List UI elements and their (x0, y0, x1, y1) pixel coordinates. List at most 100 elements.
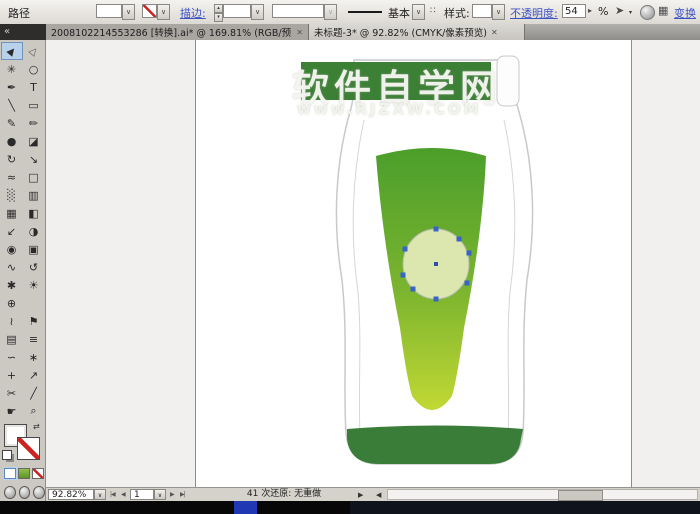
color-mode-button[interactable] (4, 468, 16, 479)
tool-rotate[interactable]: ↻ (1, 150, 23, 168)
document-tab-1[interactable]: 2008102214553286 [转换].ai* @ 169.81% (RGB… (46, 24, 309, 40)
style-field[interactable] (472, 4, 492, 18)
fill-color-well[interactable] (96, 4, 122, 18)
dialog-launcher-icon[interactable]: ▦ (658, 4, 668, 17)
tool-selection[interactable]: ▶ (1, 42, 23, 60)
stroke-weight-stepper[interactable]: ▴ ▾ (214, 4, 223, 20)
panel-collapse-button[interactable]: « (0, 24, 46, 40)
default-fill-stroke-icon[interactable] (2, 450, 12, 460)
tool-crystallize[interactable]: ∗ (23, 348, 45, 366)
anchor-w-upper[interactable] (403, 247, 408, 252)
tool-symbol-sprayer[interactable]: ░ (1, 186, 23, 204)
tool-free-transform[interactable]: □ (23, 168, 45, 186)
tool-graph[interactable]: ▤ (1, 330, 23, 348)
tool-live-paint-bucket[interactable]: ◉ (1, 240, 23, 258)
tool-reshape[interactable]: ∿ (1, 258, 23, 276)
anchor-ne[interactable] (457, 237, 462, 242)
swap-fill-stroke-icon[interactable]: ⇄ (33, 422, 40, 431)
tool-gradient[interactable]: ◧ (23, 204, 45, 222)
stepper-up-icon[interactable]: ▴ (214, 4, 223, 13)
stepper-down-icon[interactable]: ▾ (214, 13, 223, 22)
tool-rectangle[interactable]: ▭ (23, 96, 45, 114)
recolor-artwork-icon[interactable] (640, 5, 655, 20)
bottom-green-base[interactable] (347, 426, 523, 465)
fill-dropdown-icon[interactable]: ∨ (122, 4, 135, 20)
tool-hand[interactable]: ☛ (1, 402, 23, 420)
brush-dropdown-icon[interactable]: ∨ (412, 4, 425, 20)
status-flyout-icon[interactable]: ▶ (358, 491, 363, 499)
tool-column-graph[interactable]: ▥ (23, 186, 45, 204)
tool-lasso[interactable]: ○ (23, 60, 45, 78)
opacity-slider-arrow-icon[interactable]: ▸ (588, 6, 592, 15)
opacity-field[interactable]: 54 (562, 4, 586, 18)
width-profile-field[interactable] (272, 4, 324, 18)
tool-envelope[interactable]: ≀ (1, 312, 23, 330)
tool-knife[interactable]: ╱ (23, 384, 45, 402)
anchor-e-lower[interactable] (465, 281, 470, 286)
transform-link[interactable]: 变换 (674, 5, 696, 21)
isolate-dropdown-icon[interactable]: ▾ (629, 9, 632, 16)
artboard-last-button[interactable]: ▶| (180, 491, 185, 498)
top-white-clip[interactable] (497, 56, 519, 106)
screen-mode-menubar-button[interactable] (19, 486, 31, 499)
none-mode-button[interactable] (32, 468, 44, 479)
artboard-number-field[interactable]: 1 (130, 489, 154, 500)
tool-line-segment[interactable]: ╲ (1, 96, 23, 114)
tool-eraser[interactable]: ◪ (23, 132, 45, 150)
tab-2-close-icon[interactable]: ✕ (491, 28, 498, 37)
brush-definition-icon[interactable]: ∷ (430, 6, 436, 16)
tool-blend[interactable]: ◑ (23, 222, 45, 240)
artboard-next-button[interactable]: ▶ (170, 491, 174, 498)
horizontal-scrollbar[interactable] (387, 489, 698, 500)
tab-1-close-icon[interactable]: ✕ (296, 28, 303, 37)
anchor-w-lower[interactable] (401, 273, 406, 278)
tool-zoom[interactable]: ⌕ (23, 402, 45, 420)
stroke-weight-dropdown-icon[interactable]: ∨ (251, 4, 264, 20)
isolate-selection-icon[interactable]: ➤ (615, 4, 624, 17)
tool-flag-warp[interactable]: ⚑ (23, 312, 45, 330)
tool-pen[interactable]: ✒ (1, 78, 23, 96)
artboard-prev-button[interactable]: ◀ (121, 491, 125, 498)
canvas-area[interactable]: 软件自学网 www.RJZXW.COM (46, 40, 700, 487)
top-green-band[interactable] (301, 62, 491, 100)
anchor-e-upper[interactable] (467, 251, 472, 256)
tool-artboard[interactable]: ⊕ (1, 294, 23, 312)
tool-magic-wand[interactable]: ✳ (1, 60, 23, 78)
stroke-panel-link[interactable]: 描边: (180, 5, 206, 21)
zoom-level-field[interactable]: 92.82% (48, 489, 94, 500)
tool-measure[interactable]: + (1, 366, 23, 384)
anchor-s[interactable] (434, 297, 439, 302)
hscroll-left-arrow-icon[interactable]: ◀ (376, 491, 381, 499)
tool-scale[interactable]: ↘ (23, 150, 45, 168)
tool-bloat[interactable]: ☀ (23, 276, 45, 294)
anchor-sw[interactable] (411, 287, 416, 292)
tool-eyedropper[interactable]: ↙ (1, 222, 23, 240)
tool-live-paint-selection[interactable]: ▣ (23, 240, 45, 258)
tool-eyedropper-alt[interactable]: ↗ (23, 366, 45, 384)
tool-twirl[interactable]: ↺ (23, 258, 45, 276)
tool-warp[interactable]: ≈ (1, 168, 23, 186)
screen-mode-full-button[interactable] (33, 486, 45, 499)
stroke-color-well[interactable] (142, 4, 157, 18)
stroke-swatch[interactable] (17, 437, 40, 460)
tool-scallop[interactable]: ∽ (1, 348, 23, 366)
tool-blob-brush[interactable]: ● (1, 132, 23, 150)
tool-pencil[interactable]: ✏ (23, 114, 45, 132)
tool-page[interactable]: ≡ (23, 330, 45, 348)
document-tab-2[interactable]: 未标题-3* @ 92.82% (CMYK/像素预览) ✕ (309, 24, 525, 40)
gradient-mode-button[interactable] (18, 468, 30, 479)
anchor-n[interactable] (434, 227, 439, 232)
tool-type[interactable]: T (23, 78, 45, 96)
width-profile-dropdown-icon[interactable]: ∨ (324, 4, 337, 20)
artboard-first-button[interactable]: |◀ (110, 491, 115, 498)
stroke-dropdown-icon[interactable]: ∨ (157, 4, 170, 20)
style-dropdown-icon[interactable]: ∨ (492, 4, 505, 20)
tool-slice[interactable]: ✂ (1, 384, 23, 402)
tool-paintbrush[interactable]: ✎ (1, 114, 23, 132)
screen-mode-normal-button[interactable] (4, 486, 16, 499)
tool-pucker[interactable]: ✱ (1, 276, 23, 294)
zoom-dropdown-icon[interactable]: ∨ (94, 489, 106, 500)
anchor-center[interactable] (434, 262, 438, 266)
tool-direct-selection[interactable]: ▷ (23, 42, 45, 60)
stroke-weight-field[interactable] (223, 4, 251, 18)
